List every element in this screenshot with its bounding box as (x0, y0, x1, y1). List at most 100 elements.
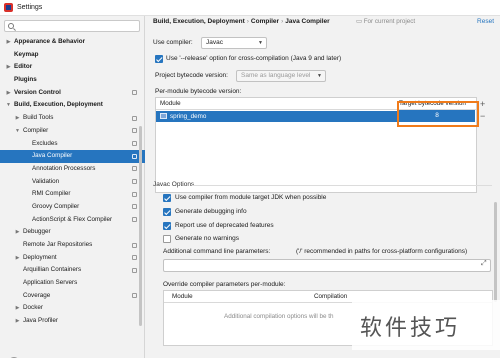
use-compiler-select[interactable]: Javac ▼ (201, 37, 267, 49)
project-scope-icon (132, 153, 137, 159)
sidebar-item[interactable]: ▼ Compiler (0, 125, 145, 138)
sidebar-item-label: Docker (23, 304, 43, 312)
chevron-down-icon[interactable]: ▼ (5, 99, 12, 112)
project-scope-icon (132, 255, 137, 261)
project-scope-icon (132, 166, 137, 172)
deprecated-label: Report use of deprecated features (175, 222, 274, 229)
use-compiler-label: Use compiler: (153, 39, 193, 46)
sidebar-item-label: Appearance & Behavior (14, 38, 86, 45)
project-scope-icon (132, 204, 137, 210)
intellij-app-icon (4, 3, 13, 12)
additional-params-label: Additional command line parameters: (163, 248, 271, 255)
sidebar-item[interactable]: Groovy Compiler (0, 201, 145, 214)
chevron-right-icon[interactable]: ▶ (5, 36, 12, 49)
sidebar-item[interactable]: Validation (0, 176, 145, 189)
sidebar-item[interactable]: Keymap (0, 49, 145, 62)
additional-params-input[interactable] (163, 259, 491, 272)
additional-params-hint: ('/' recommended in paths for cross-plat… (296, 248, 468, 255)
sidebar-item-label: Debugger (23, 228, 51, 236)
expand-icon[interactable] (481, 260, 487, 269)
use-target-jdk-checkbox[interactable] (163, 194, 171, 202)
remove-module-button[interactable]: − (480, 112, 485, 121)
highlight-box (397, 101, 479, 127)
settings-search-input[interactable] (4, 20, 140, 32)
release-option-label: Use '--release' option for cross-compila… (166, 55, 342, 62)
chevron-right-icon[interactable]: ▶ (14, 302, 21, 315)
sidebar-item[interactable]: Java Compiler (0, 150, 145, 163)
sidebar-scrollbar[interactable] (139, 126, 142, 326)
deprecated-checkbox[interactable] (163, 222, 171, 230)
sidebar-item[interactable]: Coverage (0, 290, 145, 303)
sidebar-item[interactable]: ▶ Deployment (0, 252, 145, 265)
sidebar-item-label: Coverage (23, 291, 51, 299)
sidebar-item[interactable]: ▶ Java Profiler (0, 315, 145, 328)
sidebar-item-label: Validation (32, 177, 60, 185)
no-warnings-label: Generate no warnings (175, 235, 239, 242)
chevron-right-icon[interactable]: ▶ (14, 112, 21, 125)
release-option-checkbox[interactable] (155, 55, 163, 63)
section-divider (192, 185, 492, 186)
sidebar-item[interactable]: RMI Compiler (0, 188, 145, 201)
module-folder-icon (160, 113, 167, 119)
sidebar-item-label: Keymap (14, 50, 39, 58)
sidebar-item-label: Build Tools (23, 114, 54, 122)
sidebar-item-label: Java Profiler (23, 317, 58, 325)
sidebar-item[interactable]: ▶ Appearance & Behavior (0, 36, 145, 49)
table-row[interactable]: spring_demo (156, 111, 400, 122)
chevron-right-icon[interactable]: ▶ (14, 252, 21, 265)
sidebar-item-label: Version Control (14, 88, 61, 96)
project-scope-icon (132, 115, 137, 121)
sidebar-item[interactable]: ▶ Version Control (0, 87, 145, 100)
sidebar-item-label: Compiler (23, 126, 49, 134)
project-scope-icon (132, 293, 137, 299)
chevron-down-icon[interactable]: ▼ (14, 125, 21, 138)
sidebar-item-label: ActionScript & Flex Compiler (32, 215, 113, 223)
sidebar-item[interactable]: Excludes (0, 138, 145, 151)
column-module[interactable]: Module (172, 291, 193, 303)
sidebar-item[interactable]: ▶ Docker (0, 302, 145, 315)
sidebar-item-label: Excludes (32, 139, 58, 147)
sidebar-item-label: Arquillian Containers (23, 266, 82, 274)
sidebar-item[interactable]: ▼ Build, Execution, Deployment (0, 99, 145, 112)
reset-link[interactable]: Reset (477, 18, 494, 25)
search-icon (8, 23, 14, 29)
sidebar-item[interactable]: Arquillian Containers (0, 264, 145, 277)
sidebar-item[interactable]: ▶ Build Tools (0, 112, 145, 125)
breadcrumb-item[interactable]: Build, Execution, Deployment (153, 18, 245, 25)
sidebar-item-label: Application Servers (23, 279, 78, 287)
column-module[interactable]: Module (160, 98, 181, 110)
chevron-right-icon[interactable]: ▶ (5, 87, 12, 100)
breadcrumb-item: Java Compiler (285, 18, 330, 25)
sidebar-item[interactable]: ▶ Editor (0, 61, 145, 74)
sidebar-item[interactable]: Application Servers (0, 277, 145, 290)
debug-info-label: Generate debugging info (175, 208, 247, 215)
chevron-right-icon[interactable]: ▶ (14, 226, 21, 239)
sidebar-item-label: Annotation Processors (32, 164, 96, 172)
sidebar-item-label: Editor (14, 63, 33, 71)
sidebar-item-label: Groovy Compiler (32, 202, 80, 210)
sidebar-item-label: Remote Jar Repositories (23, 241, 93, 248)
sidebar-item-label: Plugins (14, 76, 37, 84)
sidebar-item-label: Java Compiler (32, 152, 73, 160)
sidebar-item-label: RMI Compiler (32, 190, 71, 198)
sidebar-item[interactable]: Plugins (0, 74, 145, 87)
project-scope-icon (132, 141, 137, 146)
module-name: spring_demo (170, 113, 207, 120)
sidebar-item[interactable]: Remote Jar Repositories (0, 239, 145, 252)
no-warnings-checkbox[interactable] (163, 235, 171, 243)
chevron-right-icon[interactable]: ▶ (14, 315, 21, 328)
settings-tree: ▶ Appearance & Behavior Keymap ▶ Editor Plugi… (0, 36, 145, 328)
sidebar-item[interactable]: Annotation Processors (0, 163, 145, 176)
add-module-button[interactable]: + (480, 100, 485, 109)
breadcrumb-item[interactable]: Compiler (251, 18, 279, 25)
sidebar-item[interactable]: ▶ Debugger (0, 226, 145, 239)
chevron-down-icon: ▼ (317, 73, 322, 79)
project-scope-icon (132, 179, 137, 185)
main-scrollbar[interactable] (494, 202, 497, 302)
debug-info-checkbox[interactable] (163, 208, 171, 216)
project-scope-icon (132, 128, 137, 134)
chevron-right-icon[interactable]: ▶ (5, 61, 12, 74)
column-compilation[interactable]: Compilation (314, 291, 347, 303)
sidebar-item[interactable]: ActionScript & Flex Compiler (0, 214, 145, 227)
project-bytecode-select[interactable]: Same as language level ▼ (236, 70, 326, 82)
